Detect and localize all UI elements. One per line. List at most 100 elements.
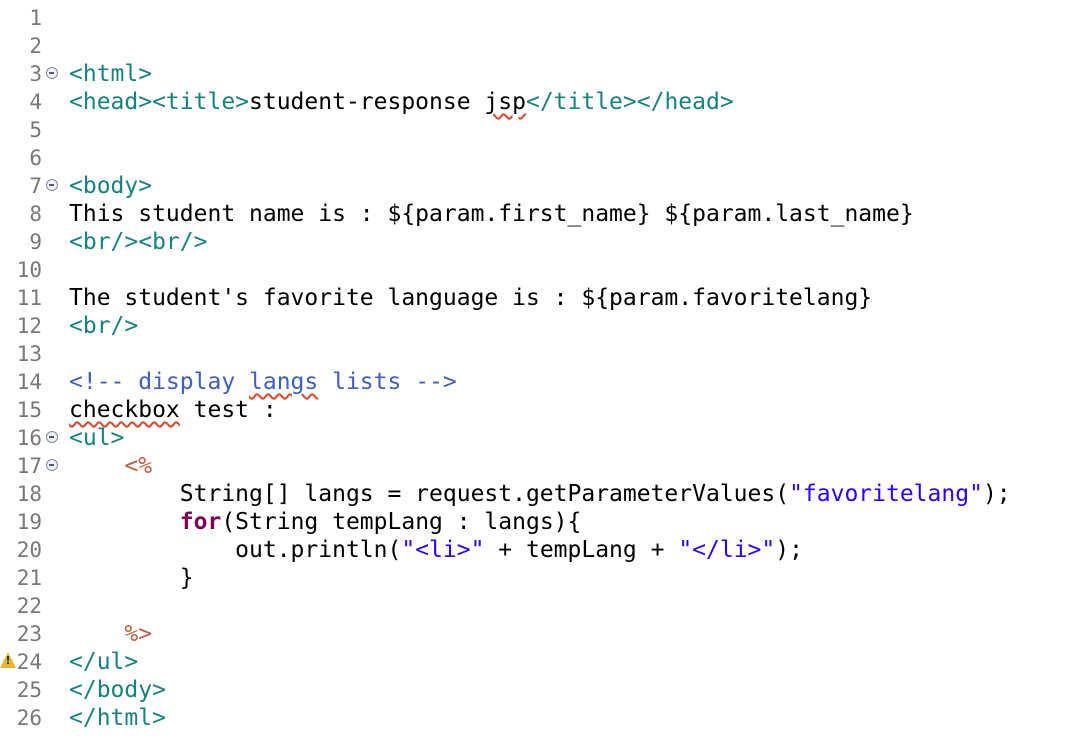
line-number: 2	[29, 34, 42, 58]
code-token: This student name is : ${param.first_nam…	[69, 201, 914, 227]
code-text: <br/>	[69, 312, 138, 340]
line-gutter: 14	[0, 368, 46, 396]
code-line[interactable]: 1	[0, 4, 1072, 32]
line-gutter: 11	[0, 284, 46, 312]
line-gutter: 22	[0, 592, 46, 620]
line-gutter: 9	[0, 228, 46, 256]
code-token: String[] langs = request.getParameterVal…	[69, 481, 790, 507]
line-number: 14	[16, 370, 42, 394]
code-text: </html>	[69, 704, 166, 732]
code-line[interactable]: 9 <br/><br/>	[0, 228, 1072, 256]
line-gutter: 13	[0, 340, 46, 368]
code-token: <ul>	[69, 425, 125, 451]
line-number: 7	[29, 174, 42, 198]
code-token: for	[179, 509, 222, 535]
fold-collapse-icon[interactable]	[46, 67, 58, 79]
line-number: 15	[16, 398, 42, 422]
code-line[interactable]: 12 <br/>	[0, 312, 1072, 340]
line-number: 1	[29, 6, 42, 30]
code-line[interactable]: 7 <body>	[0, 172, 1072, 200]
code-text: </ul>	[69, 648, 138, 676]
code-text: checkbox test :	[69, 396, 277, 424]
code-text: <ul>	[69, 424, 124, 452]
fold-collapse-icon[interactable]	[46, 179, 58, 191]
line-number: 19	[16, 510, 42, 534]
code-token: </title></head>	[525, 89, 734, 115]
code-token: "favoritelang"	[789, 481, 983, 507]
line-number: 8	[29, 202, 42, 226]
code-line[interactable]: 3 <html>	[0, 60, 1072, 88]
line-gutter: 1	[0, 4, 46, 32]
line-number: 18	[16, 482, 42, 506]
line-number: 9	[29, 230, 42, 254]
fold-collapse-icon[interactable]	[46, 431, 58, 443]
code-line[interactable]: 18 String[] langs = request.getParameter…	[0, 480, 1072, 508]
code-line[interactable]: 10	[0, 256, 1072, 284]
line-gutter: 12	[0, 312, 46, 340]
line-number: 24	[16, 650, 42, 674]
code-line[interactable]: 19 for(String tempLang : langs){	[0, 508, 1072, 536]
code-line[interactable]: 5	[0, 116, 1072, 144]
code-token: <%	[124, 453, 153, 479]
line-number: 21	[16, 566, 42, 590]
code-line[interactable]: 16 <ul>	[0, 424, 1072, 452]
code-token: student-response	[249, 89, 485, 115]
line-number: 5	[29, 118, 42, 142]
line-gutter: 2	[0, 32, 46, 60]
fold-collapse-icon[interactable]	[46, 459, 58, 471]
line-number: 23	[16, 622, 42, 646]
line-number: 25	[16, 678, 42, 702]
line-gutter: 17	[0, 452, 46, 480]
code-line[interactable]: 17 <%	[0, 452, 1072, 480]
code-line[interactable]: 26 </html>	[0, 704, 1072, 732]
line-gutter: 21	[0, 564, 46, 592]
line-number: 6	[29, 146, 42, 170]
line-gutter: 18	[0, 480, 46, 508]
code-line[interactable]: 6	[0, 144, 1072, 172]
line-gutter: 8	[0, 200, 46, 228]
code-text: The student's favorite language is : ${p…	[69, 284, 872, 312]
code-line[interactable]: 23 %>	[0, 620, 1072, 648]
line-number: 17	[16, 454, 42, 478]
code-line[interactable]: 8 This student name is : ${param.first_na…	[0, 200, 1072, 228]
code-line[interactable]: 11 The student's favorite language is : $…	[0, 284, 1072, 312]
code-token: <head><title>	[69, 89, 250, 115]
code-line[interactable]: 21 }	[0, 564, 1072, 592]
line-number: 4	[29, 90, 42, 114]
code-token: }	[69, 565, 194, 591]
code-token: </ul>	[69, 649, 139, 675]
code-token: The student's favorite language is : ${p…	[69, 285, 873, 311]
line-number: 11	[16, 286, 42, 310]
code-token: </html>	[69, 705, 166, 731]
line-number: 10	[16, 258, 42, 282]
code-line[interactable]: 4 <head><title>student-response jsp</titl…	[0, 88, 1072, 116]
code-line[interactable]: 15 checkbox test :	[0, 396, 1072, 424]
line-gutter: 26	[0, 704, 46, 732]
code-text: <body>	[69, 172, 152, 200]
code-line[interactable]: 25 </body>	[0, 676, 1072, 704]
code-text: <html>	[69, 60, 152, 88]
code-token: jsp	[484, 89, 526, 115]
code-editor[interactable]: 1 2 3 <html> 4 <head><title>student-response …	[0, 0, 1072, 736]
code-line[interactable]: ! 24 </ul>	[0, 648, 1072, 676]
code-token: "<li>"	[401, 537, 485, 563]
code-token: <br/><br/>	[69, 229, 208, 255]
code-text: <%	[69, 452, 152, 480]
code-line[interactable]: 2	[0, 32, 1072, 60]
code-line[interactable]: 14 <!-- display langs lists -->	[0, 368, 1072, 396]
code-token: langs	[249, 369, 319, 395]
code-line[interactable]: 13	[0, 340, 1072, 368]
line-gutter: 4	[0, 88, 46, 116]
line-gutter: 6	[0, 144, 46, 172]
code-token: checkbox	[69, 397, 180, 423]
code-text: </body>	[69, 676, 166, 704]
code-token: test :	[179, 397, 277, 423]
line-gutter: 3	[0, 60, 46, 88]
warning-icon-mark: !	[5, 654, 11, 667]
code-token: <html>	[69, 61, 153, 87]
code-line[interactable]: 22	[0, 592, 1072, 620]
code-line[interactable]: 20 out.println("<li>" + tempLang + "</li…	[0, 536, 1072, 564]
